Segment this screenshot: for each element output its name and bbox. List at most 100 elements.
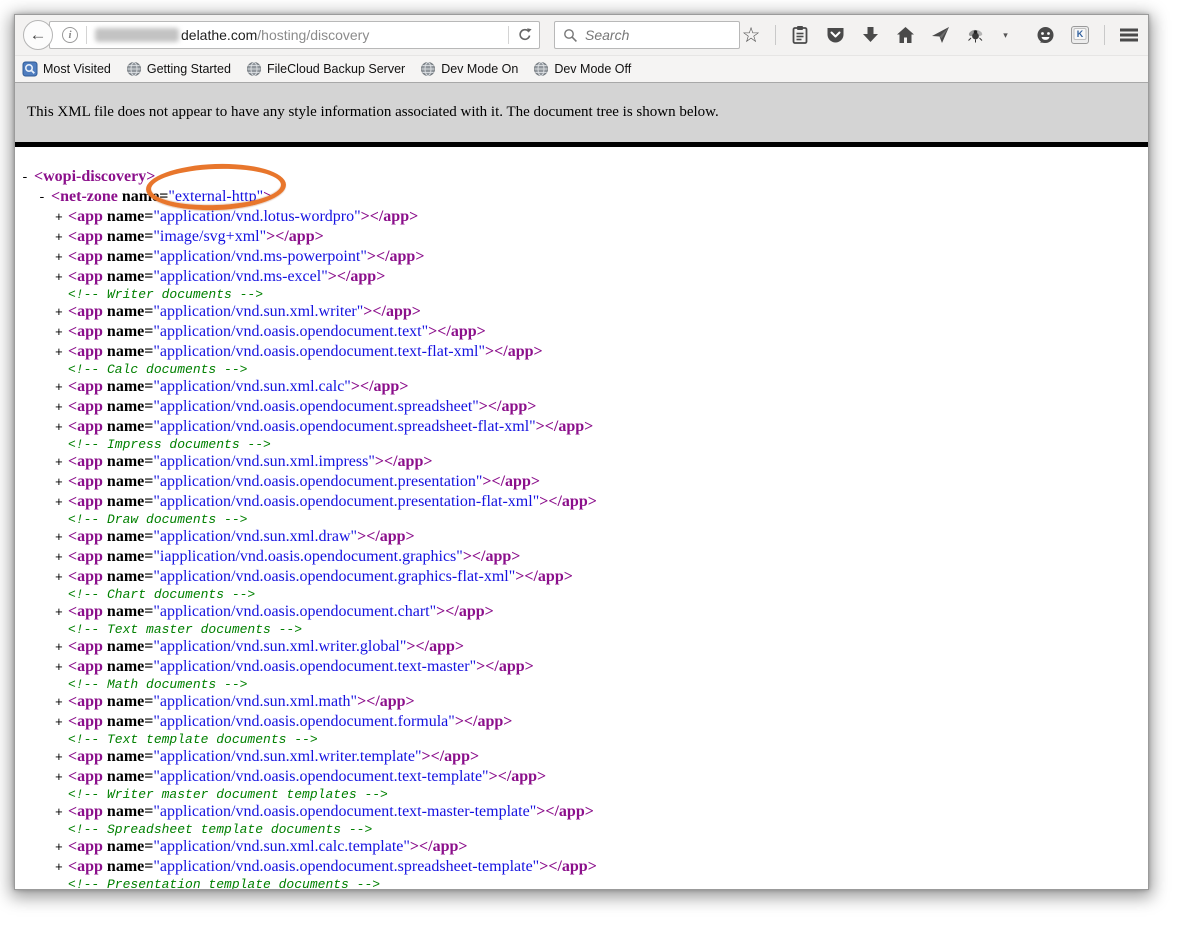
downloads-icon[interactable] [859,24,881,46]
xml-element-line: +<app name="application/vnd.sun.xml.calc… [15,377,1148,397]
expand-toggle[interactable]: + [55,550,68,565]
expand-toggle[interactable]: + [55,230,68,245]
attribute-value: "application/vnd.oasis.opendocument.spre… [153,398,478,415]
attribute-value: "application/vnd.ms-excel" [153,268,327,285]
send-tab-icon[interactable] [929,24,951,46]
attribute-value: "application/vnd.sun.xml.writer.template… [153,748,421,765]
expand-toggle[interactable]: + [55,270,68,285]
bookmarks-toolbar: Most Visited Getting Started FileCloud Bac… [15,56,1148,83]
expand-toggle[interactable]: + [55,420,68,435]
xml-element-line: +<app name="application/vnd.oasis.opendo… [15,602,1148,622]
hello-smiley-icon[interactable] [1034,24,1056,46]
bookmark-item[interactable]: Dev Mode Off [533,61,631,77]
xml-element-line: +<app name="application/vnd.oasis.opendo… [15,322,1148,342]
bookmark-item[interactable]: Most Visited [22,61,111,77]
addon-dropdown-icon[interactable]: ▾ [999,24,1021,46]
urlbar-divider [508,26,509,44]
globe-icon [533,61,549,77]
expand-toggle[interactable]: + [55,530,68,545]
bookmark-star-icon[interactable]: ☆ [740,24,762,46]
reload-icon[interactable] [517,27,533,43]
expand-toggle[interactable]: + [55,750,68,765]
expand-toggle[interactable]: + [55,400,68,415]
navigation-toolbar: ← i delathe.com /hosting/discovery Searc… [15,15,1148,56]
urlbar-divider [86,26,87,44]
attribute-value: "application/vnd.sun.xml.impress" [153,453,374,470]
expand-toggle[interactable]: + [55,210,68,225]
xml-element-line: +<app name="application/vnd.oasis.opendo… [15,767,1148,787]
attribute-value: "application/vnd.oasis.opendocument.text… [153,323,428,340]
svg-text:K: K [1077,29,1084,39]
keefox-icon[interactable]: K [1069,24,1091,46]
attribute-value: "application/vnd.sun.xml.draw" [153,528,357,545]
toolbar-separator [775,25,776,45]
expand-toggle[interactable]: + [55,455,68,470]
xml-element-line: -<wopi-discovery> [15,167,1148,187]
bookmark-label: FileCloud Backup Server [267,62,405,76]
attribute-value: "application/vnd.oasis.opendocument.form… [153,713,454,730]
xml-comment-line: <!-- Impress documents --> [15,437,1148,452]
expand-toggle[interactable]: + [55,345,68,360]
attribute-value: "application/vnd.oasis.opendocument.grap… [153,568,515,585]
browser-window: ← i delathe.com /hosting/discovery Searc… [14,14,1149,890]
expand-toggle[interactable]: + [55,305,68,320]
expand-toggle[interactable]: + [55,840,68,855]
page-content: This XML file does not appear to have an… [15,83,1148,889]
bookmark-item[interactable]: Getting Started [126,61,231,77]
annotated-attribute-value: "external-http" [168,188,263,205]
xml-element-line: +<app name="application/vnd.oasis.opendo… [15,342,1148,362]
attribute-value: "application/vnd.sun.xml.calc" [153,378,350,395]
attribute-value: "application/vnd.sun.xml.writer" [153,303,363,320]
xml-element-line: +<app name="application/vnd.lotus-wordpr… [15,207,1148,227]
expand-toggle[interactable]: + [55,770,68,785]
search-box[interactable]: Search [554,21,740,49]
expand-toggle[interactable]: + [55,495,68,510]
bookmark-item[interactable]: Dev Mode On [420,61,518,77]
collapse-toggle[interactable]: - [21,170,34,185]
attribute-value: "application/vnd.oasis.opendocument.text… [153,658,476,675]
attribute-value: "application/vnd.oasis.opendocument.pres… [153,473,482,490]
attribute-value: "application/vnd.sun.xml.writer.global" [153,638,406,655]
attribute-value: "application/vnd.lotus-wordpro" [153,208,360,225]
attribute-value: "application/vnd.sun.xml.math" [153,693,357,710]
expand-toggle[interactable]: + [55,380,68,395]
xml-element-line: +<app name="application/vnd.sun.xml.math… [15,692,1148,712]
expand-toggle[interactable]: + [55,695,68,710]
url-bar[interactable]: i delathe.com /hosting/discovery [49,21,540,49]
expand-toggle[interactable]: + [55,860,68,875]
xml-element-line: +<app name="image/svg+xml"></app> [15,227,1148,247]
xml-comment-line: <!-- Text master documents --> [15,622,1148,637]
home-icon[interactable] [894,24,916,46]
bookmark-item[interactable]: FileCloud Backup Server [246,61,405,77]
expand-toggle[interactable]: + [55,640,68,655]
xml-element-line: +<app name="application/vnd.oasis.opendo… [15,397,1148,417]
expand-toggle[interactable]: + [55,475,68,490]
xml-element-line: +<app name="application/vnd.sun.xml.draw… [15,527,1148,547]
expand-toggle[interactable]: + [55,805,68,820]
expand-toggle[interactable]: + [55,570,68,585]
expand-toggle[interactable]: + [55,660,68,675]
xml-comment-line: <!-- Presentation template documents --> [15,877,1148,889]
expand-toggle[interactable]: + [55,250,68,265]
bookmark-label: Dev Mode Off [554,62,631,76]
toolbar-separator [1104,25,1105,45]
expand-toggle[interactable]: + [55,715,68,730]
xml-element-line: +<app name="application/vnd.oasis.opendo… [15,857,1148,877]
xml-element-line: +<app name="application/vnd.oasis.opendo… [15,712,1148,732]
menu-icon[interactable] [1118,24,1140,46]
site-info-icon[interactable]: i [62,27,78,43]
xml-element-line: -<net-zone name="external-http"> [15,187,1148,207]
addon-bug-icon[interactable] [964,24,986,46]
attribute-value: "image/svg+xml" [153,228,266,245]
collapse-toggle[interactable]: - [38,190,51,205]
pocket-icon[interactable] [824,24,846,46]
bookmark-label: Dev Mode On [441,62,518,76]
xml-element-line: +<app name="application/vnd.oasis.opendo… [15,417,1148,437]
back-button[interactable]: ← [23,20,53,50]
expand-toggle[interactable]: + [55,605,68,620]
attribute-value: "application/vnd.oasis.opendocument.char… [153,603,436,620]
search-icon [563,28,578,43]
xml-comment-line: <!-- Spreadsheet template documents --> [15,822,1148,837]
expand-toggle[interactable]: + [55,325,68,340]
bookmarks-clipboard-icon[interactable] [789,24,811,46]
